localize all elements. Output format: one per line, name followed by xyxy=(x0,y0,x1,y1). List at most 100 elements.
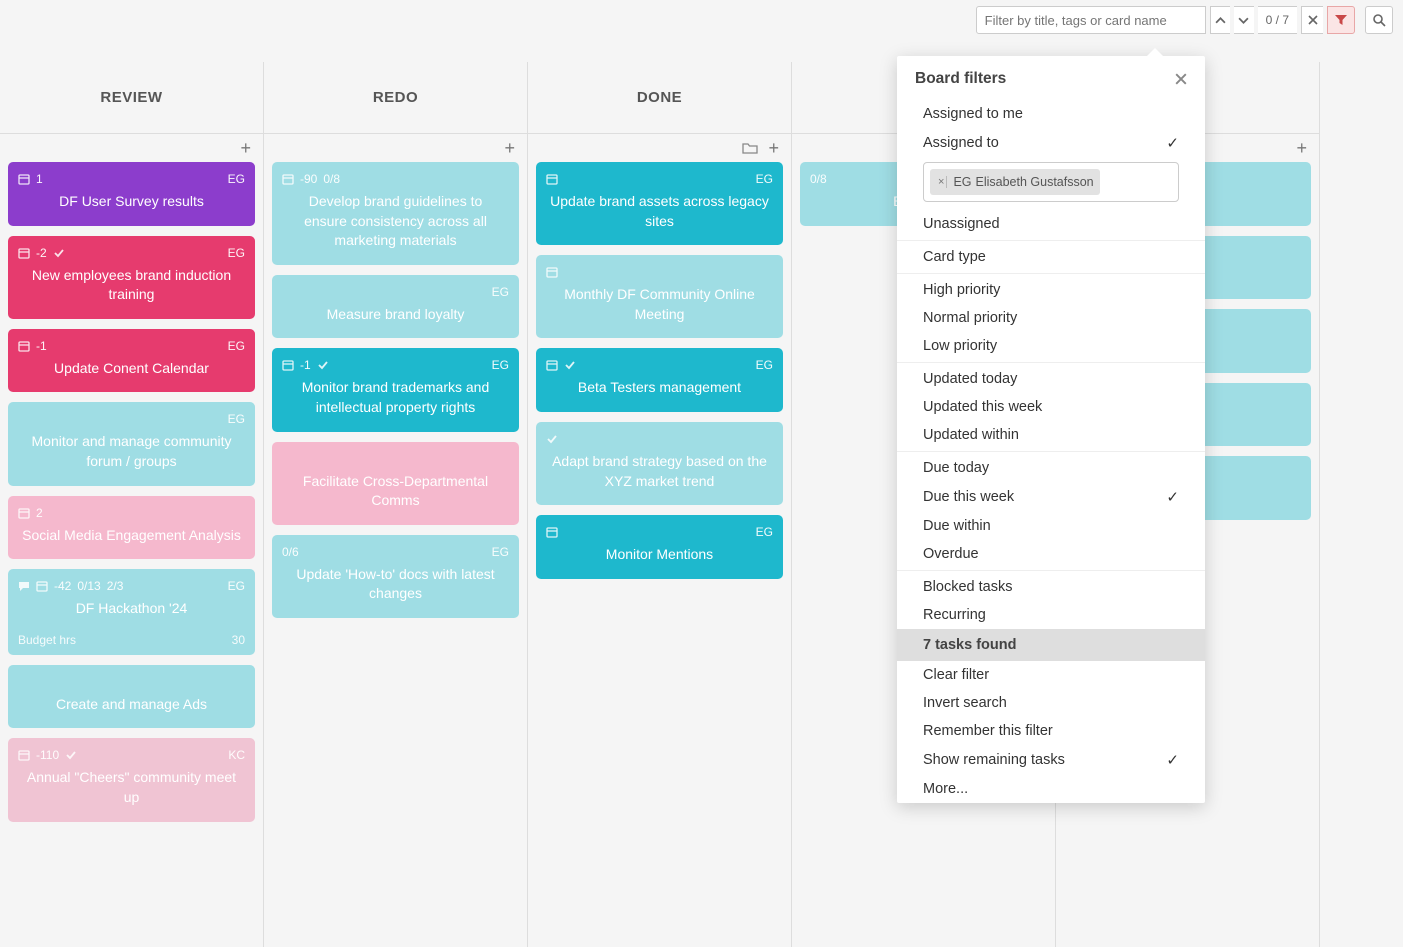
check-icon xyxy=(317,359,329,371)
card-meta: 2 xyxy=(18,504,245,522)
card-assignee: EG xyxy=(756,172,773,186)
kanban-card[interactable]: EGUpdate brand assets across legacy site… xyxy=(536,162,783,245)
kanban-card[interactable]: 1EGDF User Survey results xyxy=(8,162,255,226)
search-button[interactable] xyxy=(1365,6,1393,34)
calendar-icon xyxy=(18,173,30,185)
calendar-icon xyxy=(18,340,30,352)
card-title: Monthly DF Community Online Meeting xyxy=(546,281,773,330)
filter-assigned-to-me[interactable]: Assigned to me xyxy=(897,100,1205,128)
assigned-to-chip-input[interactable]: × EG Elisabeth Gustafsson xyxy=(923,162,1179,202)
card-assignee: EG xyxy=(492,358,509,372)
filter-due-today[interactable]: Due today xyxy=(897,454,1205,482)
filter-unassigned[interactable]: Unassigned xyxy=(897,210,1205,238)
card-meta xyxy=(546,430,773,448)
filter-overdue[interactable]: Overdue xyxy=(897,540,1205,568)
chip-remove-button[interactable]: × xyxy=(936,176,947,188)
filter-updated-week[interactable]: Updated this week xyxy=(897,393,1205,421)
card-meta: 1EG xyxy=(18,170,245,188)
search-icon xyxy=(1372,13,1386,27)
add-card-button[interactable]: + xyxy=(768,138,779,159)
kanban-card[interactable]: -1EGUpdate Conent Calendar xyxy=(8,329,255,393)
kanban-column: DONE+EGUpdate brand assets across legacy… xyxy=(528,62,792,947)
kanban-card[interactable]: -1 EG Monitor brand trademarks and intelle… xyxy=(272,348,519,431)
card-due: -1 xyxy=(300,358,311,372)
card-assignee: EG xyxy=(756,525,773,539)
kanban-card[interactable]: EGBeta Testers management xyxy=(536,348,783,412)
chip-name: Elisabeth Gustafsson xyxy=(976,175,1094,189)
filter-updated-within[interactable]: Updated within xyxy=(897,421,1205,449)
filter-low-priority[interactable]: Low priority xyxy=(897,332,1205,360)
filter-invert[interactable]: Invert search xyxy=(897,689,1205,717)
card-assignee: EG xyxy=(228,246,245,260)
kanban-card[interactable]: -420/132/3EGDF Hackathon '24Budget hrs30 xyxy=(8,569,255,655)
card-title: Monitor brand trademarks and intellectua… xyxy=(282,374,509,423)
tasks-found-label: 7 tasks found xyxy=(897,629,1205,661)
filter-due-within[interactable]: Due within xyxy=(897,512,1205,540)
kanban-card[interactable]: EGMeasure brand loyalty xyxy=(272,275,519,339)
calendar-icon xyxy=(18,749,30,761)
card-assignee: EG xyxy=(228,412,245,426)
kanban-card[interactable]: EG Monitor Mentions xyxy=(536,515,783,579)
kanban-card[interactable]: -2EGNew employees brand induction traini… xyxy=(8,236,255,319)
filter-clear-button[interactable] xyxy=(1301,6,1323,34)
card-meta: -1EG xyxy=(18,337,245,355)
card-due: -90 xyxy=(300,172,317,186)
card-assignee: KC xyxy=(228,748,245,762)
add-card-button[interactable]: + xyxy=(1296,138,1307,159)
kanban-card[interactable]: -900/8Develop brand guidelines to ensure… xyxy=(272,162,519,265)
card-title: Monitor Mentions xyxy=(546,541,773,571)
filter-prev-button[interactable] xyxy=(1210,6,1230,34)
filter-assigned-to[interactable]: Assigned to✓ xyxy=(897,128,1205,158)
card-due: -42 xyxy=(54,579,71,593)
card-meta xyxy=(546,263,773,281)
filter-updated-today[interactable]: Updated today xyxy=(897,365,1205,393)
filter-next-button[interactable] xyxy=(1234,6,1254,34)
archive-button[interactable] xyxy=(742,141,758,155)
kanban-card[interactable]: Monthly DF Community Online Meeting xyxy=(536,255,783,338)
card-progress: 0/8 xyxy=(810,172,827,186)
calendar-icon xyxy=(282,173,294,185)
filter-input[interactable] xyxy=(976,6,1206,34)
kanban-card[interactable]: 0/6EGUpdate 'How-to' docs with latest ch… xyxy=(272,535,519,618)
filter-show-remaining[interactable]: Show remaining tasks✓ xyxy=(897,745,1205,775)
add-card-button[interactable]: + xyxy=(504,138,515,159)
card-title: DF User Survey results xyxy=(18,188,245,218)
filter-remember[interactable]: Remember this filter xyxy=(897,717,1205,745)
filter-more[interactable]: More... xyxy=(897,775,1205,803)
kanban-card[interactable]: EGMonitor and manage community forum / g… xyxy=(8,402,255,485)
filter-recurring[interactable]: Recurring xyxy=(897,601,1205,629)
kanban-card[interactable]: -110KCAnnual "Cheers" community meet up xyxy=(8,738,255,821)
card-title: Create and manage Ads xyxy=(18,691,245,721)
card-due: -110 xyxy=(36,748,59,762)
calendar-icon xyxy=(546,359,558,371)
cards-container: -900/8Develop brand guidelines to ensure… xyxy=(264,162,527,638)
check-icon: ✓ xyxy=(1166,488,1179,506)
kanban-card[interactable]: 2Social Media Engagement Analysis xyxy=(8,496,255,560)
card-title: DF Hackathon '24 xyxy=(18,595,245,625)
filter-due-week[interactable]: Due this week✓ xyxy=(897,482,1205,512)
filter-card-type[interactable]: Card type xyxy=(897,243,1205,271)
calendar-icon xyxy=(36,580,48,592)
toolbar: 0 / 7 xyxy=(976,6,1393,34)
card-meta: EG xyxy=(18,410,245,428)
card-meta: -2 EG xyxy=(18,244,245,262)
card-title: Beta Testers management xyxy=(546,374,773,404)
card-due: -2 xyxy=(36,246,47,260)
card-title: Develop brand guidelines to ensure consi… xyxy=(282,188,509,257)
filter-high-priority[interactable]: High priority xyxy=(897,276,1205,304)
card-progress: 0/13 xyxy=(77,579,100,593)
kanban-card[interactable]: Facilitate Cross-Departmental Comms xyxy=(272,442,519,525)
assigned-to-input-wrapper: × EG Elisabeth Gustafsson xyxy=(897,158,1205,210)
column-actions: + xyxy=(528,134,791,162)
add-card-button[interactable]: + xyxy=(240,138,251,159)
comment-icon xyxy=(18,580,30,592)
card-meta: EG xyxy=(546,170,773,188)
card-title: Measure brand loyalty xyxy=(282,301,509,331)
kanban-card[interactable]: Adapt brand strategy based on the XYZ ma… xyxy=(536,422,783,505)
filter-normal-priority[interactable]: Normal priority xyxy=(897,304,1205,332)
filter-blocked[interactable]: Blocked tasks xyxy=(897,573,1205,601)
filter-clear[interactable]: Clear filter xyxy=(897,661,1205,689)
panel-close-button[interactable] xyxy=(1175,73,1187,85)
board-filter-button[interactable] xyxy=(1327,6,1355,34)
kanban-card[interactable]: Create and manage Ads xyxy=(8,665,255,729)
